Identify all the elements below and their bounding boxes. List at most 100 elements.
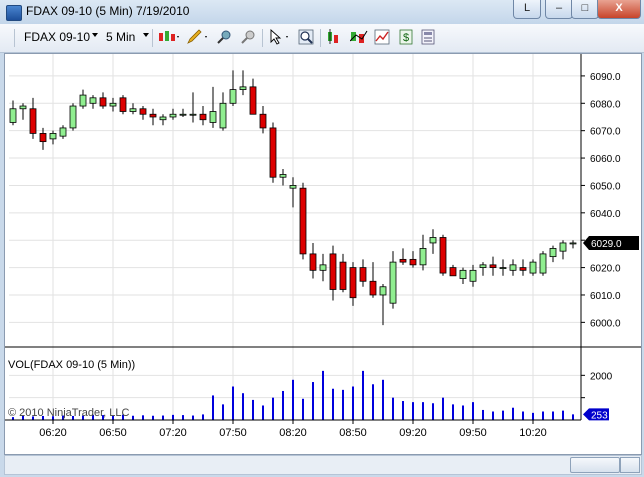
chart-toolbar: FDAX 09-10 5 Min $ bbox=[0, 24, 644, 53]
candle-down bbox=[449, 267, 457, 277]
chart-trader-icon[interactable] bbox=[374, 29, 390, 45]
candle bbox=[389, 251, 397, 309]
toolbar-separator bbox=[320, 29, 321, 47]
pin-icon[interactable] bbox=[240, 29, 256, 45]
candle bbox=[69, 103, 77, 131]
candle bbox=[559, 240, 567, 260]
candle-up bbox=[69, 105, 77, 129]
candle bbox=[459, 267, 467, 285]
volume-y-tick-label: 2000 bbox=[590, 371, 613, 382]
candle bbox=[409, 251, 417, 268]
candle bbox=[129, 103, 137, 115]
dollar-icon[interactable]: $ bbox=[398, 29, 414, 45]
bar-type-icon[interactable] bbox=[158, 29, 180, 45]
candle bbox=[439, 234, 447, 276]
copyright-watermark: © 2010 NinjaTrader, LLC bbox=[8, 407, 129, 419]
candle-up bbox=[319, 264, 327, 271]
candle-up bbox=[219, 102, 227, 129]
candle-down bbox=[349, 267, 357, 299]
candle-up bbox=[79, 94, 87, 107]
minimize-button[interactable]: – bbox=[545, 0, 573, 19]
candle bbox=[569, 240, 577, 249]
candle bbox=[299, 182, 307, 260]
last-price-marker: 6029.0 bbox=[583, 235, 639, 250]
candle-down bbox=[119, 97, 127, 112]
candle-down bbox=[329, 253, 337, 290]
candle-down bbox=[309, 253, 317, 271]
candle-down bbox=[99, 97, 107, 107]
strategy-icon[interactable] bbox=[326, 29, 344, 45]
zoom-icon[interactable] bbox=[298, 29, 314, 45]
candle-down bbox=[249, 86, 257, 115]
candle bbox=[39, 127, 47, 150]
candle bbox=[179, 108, 187, 117]
candle-up bbox=[19, 105, 27, 110]
chart-canvas[interactable]: 6000.06010.06020.06030.06040.06050.06060… bbox=[5, 54, 641, 454]
candle-down bbox=[369, 280, 377, 296]
candle bbox=[289, 177, 297, 208]
candle bbox=[399, 248, 407, 265]
chart-panel[interactable]: 6000.06010.06020.06030.06040.06050.06060… bbox=[4, 53, 642, 455]
candle bbox=[239, 70, 247, 96]
last-price-label: 6029.0 bbox=[591, 239, 622, 250]
properties-icon[interactable] bbox=[420, 29, 436, 45]
chevron-down-icon[interactable] bbox=[92, 33, 98, 37]
candle bbox=[339, 253, 347, 293]
candle bbox=[539, 251, 547, 276]
scrollbar-thumb[interactable] bbox=[570, 457, 620, 473]
maximize-button[interactable]: □ bbox=[571, 0, 599, 19]
candle bbox=[319, 253, 327, 282]
horizontal-scrollbar[interactable] bbox=[4, 455, 642, 475]
candle-up bbox=[289, 185, 297, 189]
candle-down bbox=[439, 237, 447, 274]
candle bbox=[189, 92, 197, 123]
interval-selector[interactable]: 5 Min bbox=[106, 30, 135, 44]
y-tick-label: 6020.0 bbox=[590, 264, 621, 275]
candle-up bbox=[179, 113, 187, 116]
candle bbox=[269, 122, 277, 183]
candle-down bbox=[409, 258, 417, 266]
candle bbox=[149, 108, 157, 126]
indicator-icon[interactable] bbox=[350, 29, 368, 45]
toolbar-separator bbox=[262, 29, 263, 47]
x-tick-label: 07:20 bbox=[159, 427, 187, 439]
candle-down bbox=[269, 127, 277, 178]
candle-down bbox=[149, 113, 157, 118]
candle-up bbox=[109, 102, 117, 107]
pencil-icon[interactable] bbox=[186, 29, 210, 45]
toolbar-separator bbox=[152, 29, 153, 47]
candle bbox=[49, 130, 57, 145]
candle-up bbox=[459, 269, 467, 279]
chevron-down-icon[interactable] bbox=[143, 33, 149, 37]
candle-down bbox=[39, 133, 47, 143]
close-button[interactable]: X bbox=[597, 0, 641, 19]
candle-up bbox=[89, 97, 97, 104]
instrument-selector[interactable]: FDAX 09-10 bbox=[24, 30, 90, 44]
pointer-icon[interactable] bbox=[268, 29, 292, 45]
candle bbox=[79, 89, 87, 109]
candle bbox=[309, 242, 317, 279]
scroll-right-button[interactable] bbox=[620, 457, 640, 473]
candle-up bbox=[539, 253, 547, 274]
link-button[interactable]: L bbox=[513, 0, 541, 19]
x-tick-label: 08:50 bbox=[339, 427, 367, 439]
candle-down bbox=[139, 108, 147, 115]
candle-down bbox=[399, 258, 407, 263]
time-x-axis: 06:20 06:50 07:20 07:50 08:20 08:50 09:20 09:50… bbox=[39, 420, 547, 439]
candle-up bbox=[389, 261, 397, 304]
candle-up bbox=[419, 248, 427, 266]
candle-up bbox=[569, 242, 577, 245]
x-tick-label: 07:50 bbox=[219, 427, 247, 439]
candle-down bbox=[199, 113, 207, 121]
svg-text:$: $ bbox=[403, 32, 409, 44]
candle-up bbox=[559, 242, 567, 252]
candle bbox=[349, 262, 357, 306]
candle bbox=[519, 259, 527, 276]
volume-y-axis: 2000 bbox=[581, 371, 613, 399]
crosshair-icon[interactable] bbox=[216, 29, 232, 45]
candle bbox=[249, 78, 257, 115]
y-tick-label: 6070.0 bbox=[590, 127, 621, 138]
candle-up bbox=[209, 111, 217, 123]
candle-up bbox=[169, 113, 177, 118]
candle-up bbox=[499, 267, 507, 269]
